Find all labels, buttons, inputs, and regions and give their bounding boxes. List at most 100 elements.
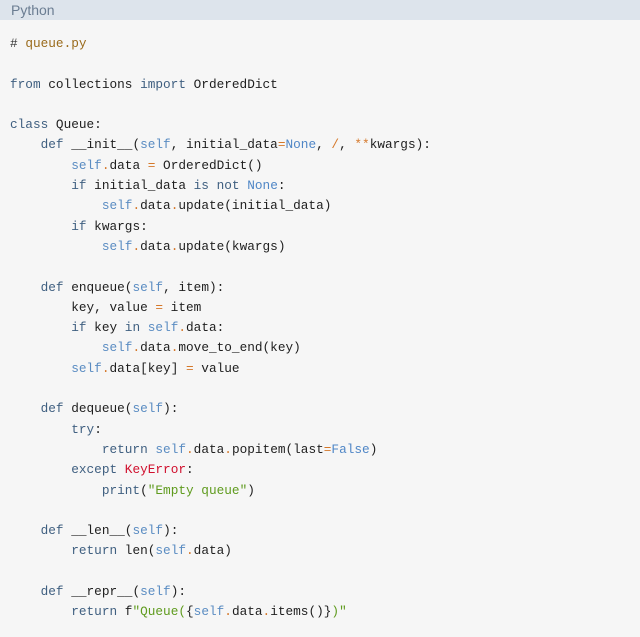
code-token: data: xyxy=(186,320,225,336)
code-token: initial_data xyxy=(86,178,194,194)
code-token: / xyxy=(331,137,340,153)
code-line: def dequeue(self): xyxy=(10,399,431,419)
code-token: from xyxy=(10,76,41,92)
code-token: self xyxy=(71,157,102,173)
code-token: self xyxy=(155,441,187,457)
code-token: data[key] xyxy=(109,360,186,376)
code-token: . xyxy=(186,543,194,559)
code-token: def xyxy=(40,401,64,417)
code-token: self xyxy=(101,238,133,254)
code-token: . xyxy=(132,238,141,254)
code-token: f xyxy=(117,604,133,620)
code-token: self xyxy=(132,523,164,539)
code-line: if kwargs: xyxy=(10,217,431,237)
code-line: return f"Queue({self.data.items()})" xyxy=(10,602,431,622)
code-token: = xyxy=(155,299,164,315)
code-token: __repr__( xyxy=(63,584,141,600)
code-token: __init__( xyxy=(63,137,141,153)
code-line: self.data = OrderedDict() xyxy=(10,156,431,176)
code-token: move_to_end(key) xyxy=(178,340,301,356)
code-line: if key in self.data: xyxy=(10,318,431,338)
code-line: return len(self.data) xyxy=(10,541,431,561)
code-token: import xyxy=(140,76,186,92)
code-token: queue.py xyxy=(25,36,87,51)
code-token: kwargs): xyxy=(369,137,431,153)
code-token: if xyxy=(71,178,87,194)
code-token: self xyxy=(71,360,102,376)
code-line: # queue.py xyxy=(10,34,431,54)
code-line: self.data.update(kwargs) xyxy=(10,237,431,257)
code-line: self.data.update(initial_data) xyxy=(10,196,431,216)
code-line: class Queue: xyxy=(10,115,431,135)
code-token: in xyxy=(124,320,141,336)
code-token: kwargs: xyxy=(86,218,148,234)
code-token: , xyxy=(316,137,332,153)
code-token: popitem(last xyxy=(231,441,324,457)
code-token: : xyxy=(94,421,102,437)
code-token: __len__( xyxy=(63,523,133,539)
code-token: ): xyxy=(163,523,179,539)
code-token: ** xyxy=(354,137,370,153)
code-token: ): xyxy=(163,401,179,417)
code-token: . xyxy=(224,441,232,457)
code-token: key xyxy=(86,320,125,336)
code-token: , initial_data xyxy=(170,137,278,153)
code-token: data) xyxy=(193,543,232,559)
code-token: { xyxy=(186,604,194,620)
code-token: is not xyxy=(193,178,240,194)
code-token: def xyxy=(40,584,64,600)
code-block: # queue.py from collections import Order… xyxy=(10,34,431,623)
code-token: return xyxy=(101,441,148,457)
code-token: def xyxy=(40,279,64,295)
code-token: return xyxy=(71,604,118,620)
code-token: data xyxy=(193,441,225,457)
code-token: Queue: xyxy=(48,117,102,133)
code-token: self xyxy=(147,320,179,336)
code-token: collections xyxy=(40,76,141,92)
code-token: class xyxy=(10,117,49,133)
code-token: OrderedDict() xyxy=(155,157,263,173)
code-token: try xyxy=(71,421,95,437)
code-line: try: xyxy=(10,420,431,440)
code-token: None xyxy=(285,137,317,153)
code-token: items()} xyxy=(270,604,332,620)
code-line: self.data.move_to_end(key) xyxy=(10,338,431,358)
code-token: )" xyxy=(331,604,347,620)
code-token: data xyxy=(140,340,171,356)
code-token: print xyxy=(101,482,141,498)
code-token: def xyxy=(40,523,64,539)
code-token: = xyxy=(186,360,194,376)
code-token: "Queue( xyxy=(132,604,187,620)
code-token: data xyxy=(140,238,171,254)
code-token: self xyxy=(101,340,133,356)
code-token: data xyxy=(109,157,148,173)
code-token: if xyxy=(71,320,87,336)
code-line: if initial_data is not None: xyxy=(10,176,431,196)
code-token: dequeue( xyxy=(63,401,133,417)
code-token: OrderedDict xyxy=(186,76,278,92)
code-token: None xyxy=(247,178,278,194)
code-line: def __repr__(self): xyxy=(10,582,431,602)
code-token: # xyxy=(10,36,26,51)
code-token: except xyxy=(71,462,118,478)
